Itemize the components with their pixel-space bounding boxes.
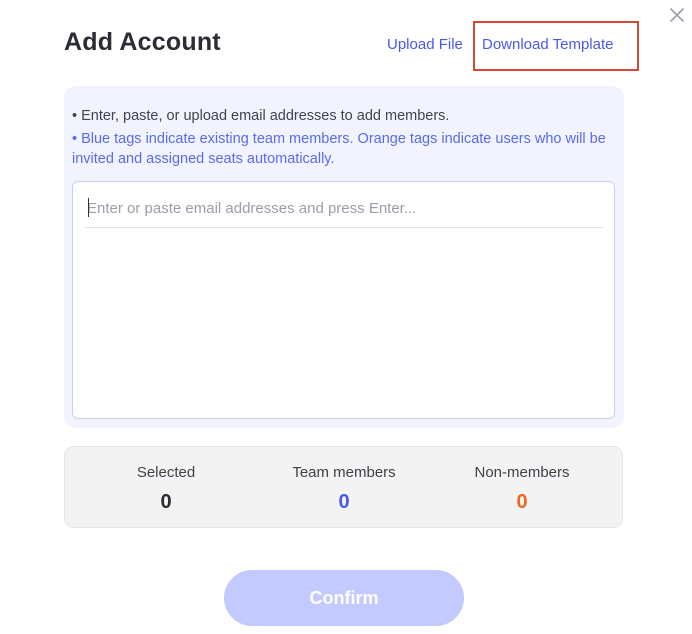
tag-legend-text: • Blue tags indicate existing team membe…: [72, 131, 606, 167]
close-button[interactable]: [666, 4, 688, 26]
upload-file-link[interactable]: Upload File: [387, 36, 463, 53]
download-template-link[interactable]: Download Template: [482, 36, 613, 53]
close-icon: [670, 8, 684, 22]
stat-selected: Selected 0: [73, 463, 259, 514]
stat-selected-label: Selected: [136, 464, 196, 481]
add-account-dialog: Add Account Upload File Download Templat…: [0, 0, 692, 634]
stat-team-label: Team members: [292, 464, 396, 481]
stat-selected-value: 0: [160, 491, 172, 513]
stat-non-label: Non-members: [474, 464, 570, 481]
stat-non-members: Non-members 0: [429, 463, 615, 514]
instruction-text: • Enter, paste, or upload email addresse…: [72, 108, 450, 124]
stat-team-members: Team members 0: [251, 463, 437, 514]
stat-team-value: 0: [338, 491, 350, 513]
email-entry-panel: • Enter, paste, or upload email addresse…: [64, 86, 624, 428]
confirm-button[interactable]: Confirm: [224, 570, 464, 626]
email-input[interactable]: [85, 190, 603, 228]
text-caret: [88, 198, 89, 217]
member-stats: Selected 0 Team members 0 Non-members 0: [64, 446, 623, 528]
email-textarea[interactable]: [72, 181, 615, 419]
stat-non-value: 0: [516, 491, 528, 513]
dialog-title: Add Account: [64, 28, 221, 56]
